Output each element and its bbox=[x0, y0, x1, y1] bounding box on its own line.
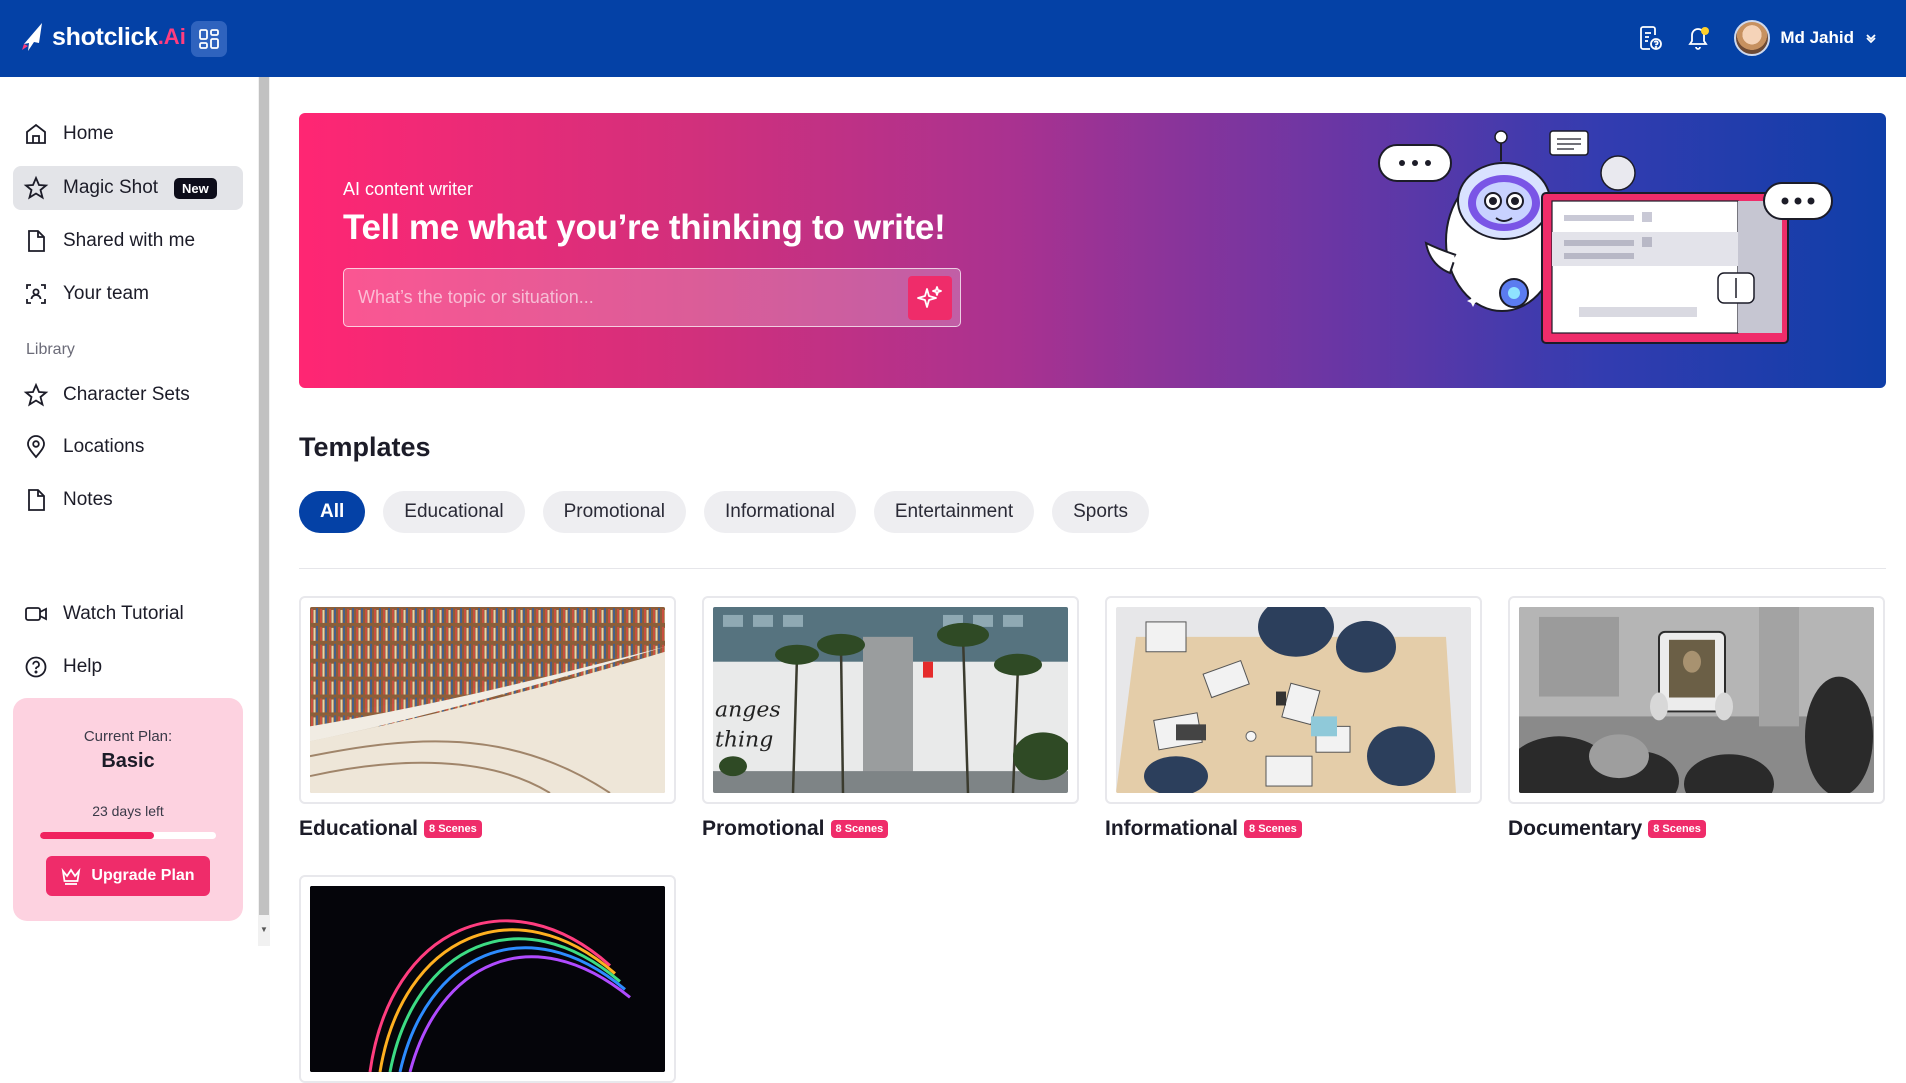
template-card-title: Documentary bbox=[1508, 817, 1643, 840]
star-icon bbox=[23, 175, 49, 200]
filter-informational[interactable]: Informational bbox=[703, 491, 856, 533]
rocket-logo-icon bbox=[22, 23, 42, 51]
template-card-title: Informational bbox=[1105, 817, 1239, 840]
notifications-button[interactable] bbox=[1682, 22, 1714, 54]
sidebar-item-your-team[interactable]: Your team bbox=[13, 272, 243, 316]
filter-sports[interactable]: Sports bbox=[1052, 491, 1150, 533]
template-card-promotional[interactable]: anges thing Promotional 8 Scenes bbox=[702, 596, 1079, 841]
sidebar-item-label: Magic Shot bbox=[63, 177, 159, 198]
plan-progress-fill bbox=[40, 832, 155, 839]
filter-promotional[interactable]: Promotional bbox=[542, 491, 686, 533]
document-help-icon bbox=[1640, 26, 1663, 50]
template-card-title: Educational bbox=[299, 817, 419, 840]
topic-input[interactable] bbox=[344, 269, 908, 326]
divider bbox=[299, 568, 1886, 569]
filter-all[interactable]: All bbox=[299, 491, 366, 533]
sidebar-item-label: Character Sets bbox=[63, 384, 190, 405]
crown-icon bbox=[62, 867, 81, 885]
template-card-educational[interactable]: Educational 8 Scenes bbox=[299, 596, 676, 841]
scene-count-badge: 8 Scenes bbox=[1244, 820, 1302, 838]
plan-name: Basic bbox=[101, 750, 155, 772]
svg-text:thing: thing bbox=[715, 727, 773, 752]
svg-text:anges: anges bbox=[715, 697, 781, 722]
scene-count-badge: 8 Scenes bbox=[830, 820, 889, 838]
ai-writer-hero: AI content writer Tell me what you’re th… bbox=[299, 113, 1886, 388]
document-help-button[interactable] bbox=[1634, 22, 1666, 54]
robot-illustration bbox=[1378, 130, 1833, 344]
sidebar-item-locations[interactable]: Locations bbox=[13, 425, 243, 469]
sidebar-scrollbar-thumb[interactable] bbox=[259, 77, 269, 915]
hero-title: Tell me what you’re thinking to write! bbox=[343, 208, 946, 247]
template-card-informational[interactable]: Informational 8 Scenes bbox=[1105, 596, 1482, 841]
brand-suffix: .Ai bbox=[157, 24, 186, 49]
museum-mona-lisa-image bbox=[1519, 607, 1874, 793]
team-scan-icon bbox=[26, 284, 46, 304]
plan-card: Current Plan: Basic 23 days left Upgrade… bbox=[13, 698, 243, 921]
current-plan-label: Current Plan: bbox=[83, 728, 173, 745]
sidebar-item-label: Help bbox=[63, 656, 103, 677]
template-card-documentary[interactable]: Documentary 8 Scenes bbox=[1508, 596, 1885, 841]
templates-heading: Templates bbox=[299, 432, 431, 462]
location-pin-icon bbox=[27, 435, 45, 459]
filter-educational[interactable]: Educational bbox=[383, 491, 525, 533]
colorful-light-trails-image bbox=[310, 886, 665, 1072]
file-icon bbox=[28, 230, 45, 252]
filter-entertainment[interactable]: Entertainment bbox=[873, 491, 1035, 533]
sidebar-item-shared-with-me[interactable]: Shared with me bbox=[13, 219, 243, 263]
home-icon bbox=[26, 123, 46, 144]
generate-button[interactable] bbox=[908, 275, 952, 320]
brand-logo[interactable]: shotclick .Ai bbox=[20, 22, 186, 52]
help-circle-icon bbox=[25, 656, 47, 678]
layout-toggle-button[interactable] bbox=[191, 21, 227, 57]
sidebar-item-label: Locations bbox=[63, 436, 145, 457]
sidebar-item-label: Notes bbox=[63, 489, 113, 510]
sidebar-item-label: Shared with me bbox=[63, 230, 196, 251]
chevron-down-icon bbox=[1866, 34, 1876, 44]
new-badge: New bbox=[174, 177, 217, 199]
scene-count-badge: 8 Scenes bbox=[1648, 820, 1706, 838]
city-palm-trees-image: anges thing bbox=[713, 607, 1068, 793]
library-section-label: Library bbox=[26, 341, 75, 358]
library-bookshelves-image bbox=[310, 607, 665, 793]
upgrade-plan-button[interactable]: Upgrade Plan bbox=[46, 856, 210, 896]
template-filter-tabs: All Educational Promotional Informationa… bbox=[299, 491, 1150, 533]
sidebar-item-label: Your team bbox=[63, 283, 149, 304]
video-icon bbox=[25, 607, 47, 621]
sidebar-item-notes[interactable]: Notes bbox=[13, 478, 243, 522]
sidebar-item-character-sets[interactable]: Character Sets bbox=[13, 373, 243, 417]
scroll-down-arrow[interactable]: ▼ bbox=[259, 925, 269, 939]
sidebar-item-help[interactable]: Help bbox=[13, 645, 243, 689]
office-meeting-table-image bbox=[1116, 607, 1471, 793]
days-left: 23 days left bbox=[92, 803, 164, 819]
layout-grid-icon bbox=[199, 29, 219, 49]
sidebar-item-home[interactable]: Home bbox=[13, 112, 243, 156]
brand-name: shotclick bbox=[52, 22, 158, 51]
hero-eyebrow: AI content writer bbox=[343, 179, 474, 199]
topic-input-wrapper bbox=[343, 268, 961, 327]
scene-count-badge: 8 Scenes bbox=[424, 820, 482, 838]
top-bar: shotclick .Ai Md Jahid bbox=[0, 0, 1906, 77]
upgrade-plan-label: Upgrade Plan bbox=[91, 867, 195, 884]
plan-progress-bar bbox=[40, 832, 216, 839]
user-name: Md Jahid bbox=[1780, 28, 1854, 47]
sidebar-item-label: Home bbox=[63, 123, 114, 144]
sidebar-item-magic-shot[interactable]: Magic Shot New bbox=[13, 166, 243, 210]
sparkle-icon bbox=[917, 285, 942, 308]
sidebar-item-label: Watch Tutorial bbox=[63, 603, 184, 624]
file-icon bbox=[28, 489, 45, 511]
template-card-title: Promotional bbox=[702, 817, 825, 840]
sidebar-item-watch-tutorial[interactable]: Watch Tutorial bbox=[13, 592, 243, 636]
main-content: AI content writer Tell me what you’re th… bbox=[270, 77, 1906, 1083]
template-card-light-trails[interactable] bbox=[299, 875, 676, 1083]
user-menu[interactable]: Md Jahid bbox=[1734, 20, 1878, 56]
star-icon bbox=[23, 382, 49, 407]
avatar bbox=[1734, 20, 1771, 56]
